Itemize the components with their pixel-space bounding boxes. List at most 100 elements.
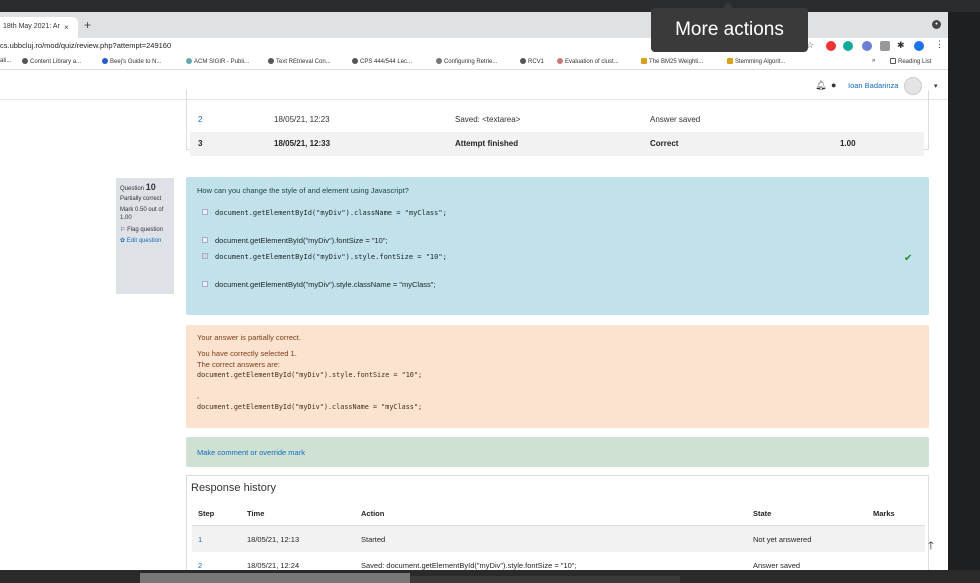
feedback-correct-label: The correct answers are: bbox=[197, 360, 280, 369]
bookmark-item[interactable]: Content Library a... bbox=[22, 58, 81, 65]
puzzle-icon[interactable]: ✱ bbox=[897, 40, 905, 51]
bookmark-item[interactable]: Evaluation of clust... bbox=[557, 58, 619, 65]
tab-title: 18th May 2021: Ar bbox=[3, 23, 60, 30]
step-link[interactable]: 1 bbox=[198, 535, 202, 544]
step-link[interactable]: 2 bbox=[198, 561, 202, 570]
kebab-menu-icon[interactable]: ⋮ bbox=[935, 39, 944, 50]
bookmark-label: The BM25 Weighti... bbox=[649, 59, 704, 65]
option-label: document.getElementById("myDiv").fontSiz… bbox=[215, 236, 388, 245]
correct-answer-1: document.getElementById("myDiv").style.f… bbox=[197, 371, 423, 379]
bookmark-item[interactable]: ati... bbox=[0, 58, 11, 64]
column-header: Time bbox=[247, 509, 265, 518]
globe-icon bbox=[268, 58, 274, 64]
question-number: Question 10 bbox=[120, 183, 170, 193]
response-history-title: Response history bbox=[191, 482, 276, 494]
window-thumbnail[interactable] bbox=[410, 576, 680, 583]
flag-label: Flag question bbox=[127, 227, 164, 233]
bookmark-label: Beej's Guide to N... bbox=[110, 59, 162, 65]
table-row: 1 18/05/21, 12:13 Started Not yet answer… bbox=[192, 526, 925, 552]
bookmark-item[interactable]: Configuring Retrie... bbox=[436, 58, 497, 65]
extension-icon[interactable] bbox=[843, 41, 853, 51]
response-history: Response history Step Time Action State … bbox=[186, 475, 929, 570]
check-icon: ✔ bbox=[904, 253, 913, 264]
state-cell: Not yet answered bbox=[753, 535, 812, 544]
time-cell: 18/05/21, 12:24 bbox=[247, 561, 300, 570]
comment-link[interactable]: Make comment or override mark bbox=[197, 448, 305, 457]
question-mark: Mark 0.50 out of 1.00 bbox=[120, 207, 164, 221]
answer-option[interactable]: document.getElementById("myDiv").fontSiz… bbox=[202, 236, 388, 245]
extension-icon[interactable] bbox=[826, 41, 836, 51]
extension-icon[interactable] bbox=[880, 41, 890, 51]
checkbox[interactable] bbox=[202, 237, 208, 243]
question-label: Question bbox=[120, 186, 145, 192]
step-cell: 3 bbox=[198, 139, 203, 148]
bookmark-icon bbox=[557, 58, 563, 64]
bookmark-label: Configuring Retrie... bbox=[444, 59, 498, 65]
user-menu-name[interactable]: Ioan Badarinza bbox=[848, 81, 898, 90]
top-strip bbox=[0, 0, 980, 12]
comment-section: Make comment or override mark bbox=[186, 437, 929, 467]
checkbox-checked[interactable] bbox=[202, 253, 208, 259]
action-cell: Attempt finished bbox=[455, 139, 519, 148]
bookmark-item[interactable]: Stemming Algorit... bbox=[727, 58, 785, 65]
table-row: 3 18/05/21, 12:33 Attempt finished Corre… bbox=[190, 132, 924, 156]
flag-question[interactable]: ⚐ Flag question bbox=[120, 226, 170, 234]
edit-question-link[interactable]: ✿ Edit question bbox=[120, 237, 170, 245]
reading-list[interactable]: Reading List bbox=[890, 58, 931, 65]
action-cell: Saved: document.getElementById("myDiv").… bbox=[361, 561, 577, 570]
step-link[interactable]: 2 bbox=[198, 115, 202, 124]
bookmark-label: Text REtrieval Con... bbox=[276, 59, 331, 65]
column-header: Action bbox=[361, 509, 385, 518]
checkbox[interactable] bbox=[202, 209, 208, 215]
browser-tab[interactable]: 18th May 2021: Ar × bbox=[0, 17, 78, 38]
browser-menu-icon[interactable]: • bbox=[932, 20, 941, 29]
answer-option[interactable]: document.getElementById("myDiv").style.c… bbox=[202, 280, 436, 289]
tab-close-icon[interactable]: × bbox=[64, 23, 69, 32]
option-label: document.getElementById("myDiv").style.f… bbox=[215, 253, 447, 261]
feedback-selected: You have correctly selected 1. bbox=[197, 349, 297, 358]
more-bookmarks-icon[interactable]: » bbox=[872, 58, 875, 64]
flag-icon: ⚐ bbox=[120, 227, 126, 233]
reading-list-label: Reading List bbox=[898, 59, 932, 65]
time-cell: 18/05/21, 12:33 bbox=[274, 139, 331, 148]
back-to-top-icon[interactable]: 🡑 bbox=[928, 537, 934, 556]
column-header: State bbox=[753, 509, 772, 518]
bookmark-label: Evaluation of clust... bbox=[565, 59, 619, 65]
extension-icon[interactable] bbox=[862, 41, 872, 51]
bookmark-label: ACM SIGIR - Publi... bbox=[194, 59, 250, 65]
bookmark-item[interactable]: ACM SIGIR - Publi... bbox=[186, 58, 249, 65]
chat-icon[interactable]: ● bbox=[831, 80, 836, 90]
outcome-feedback: Your answer is partially correct. You ha… bbox=[186, 325, 929, 428]
window-thumbnail[interactable] bbox=[140, 573, 410, 583]
answer-option[interactable]: document.getElementById("myDiv").style.f… bbox=[202, 253, 447, 261]
profile-icon[interactable] bbox=[914, 41, 924, 51]
answer-option[interactable]: document.getElementById("myDiv").classNa… bbox=[202, 209, 447, 217]
bookmark-item[interactable]: CPS 444/544 Lec... bbox=[352, 58, 412, 65]
question-info: Question 10 Partially correct Mark 0.50 … bbox=[116, 178, 174, 294]
globe-icon bbox=[22, 58, 28, 64]
bookmark-label: Stemming Algorit... bbox=[735, 59, 786, 65]
action-cell: Saved: <textarea> bbox=[455, 115, 521, 124]
question-formulation: How can you change the style of and elem… bbox=[186, 177, 929, 315]
state-cell: Answer saved bbox=[753, 561, 801, 570]
column-header: Step bbox=[198, 509, 215, 518]
browser-window: 18th May 2021: Ar × + • cs.ubbcluj.ro/mo… bbox=[0, 12, 948, 570]
time-cell: 18/05/21, 12:23 bbox=[274, 115, 330, 124]
question-number-value: 10 bbox=[145, 182, 156, 192]
globe-icon bbox=[520, 58, 526, 64]
time-cell: 18/05/21, 12:13 bbox=[247, 535, 300, 544]
correct-answer-2: document.getElementById("myDiv").classNa… bbox=[197, 403, 423, 411]
bookmark-item[interactable]: Text REtrieval Con... bbox=[268, 58, 331, 65]
question-text: How can you change the style of and elem… bbox=[197, 186, 409, 195]
checkbox[interactable] bbox=[202, 281, 208, 287]
bookmark-item[interactable]: RCV1 bbox=[520, 58, 544, 65]
chevron-down-icon[interactable]: ▾ bbox=[934, 82, 938, 90]
column-header: Marks bbox=[873, 509, 895, 518]
bookmark-icon bbox=[641, 58, 647, 64]
bookmark-label: Content Library a... bbox=[30, 59, 82, 65]
bookmark-item[interactable]: Beej's Guide to N... bbox=[102, 58, 162, 65]
url-text[interactable]: cs.ubbcluj.ro/mod/quiz/review.php?attemp… bbox=[0, 41, 171, 50]
more-actions-tooltip: More actions bbox=[651, 8, 808, 52]
new-tab-icon[interactable]: + bbox=[84, 18, 91, 32]
bookmark-item[interactable]: The BM25 Weighti... bbox=[641, 58, 703, 65]
